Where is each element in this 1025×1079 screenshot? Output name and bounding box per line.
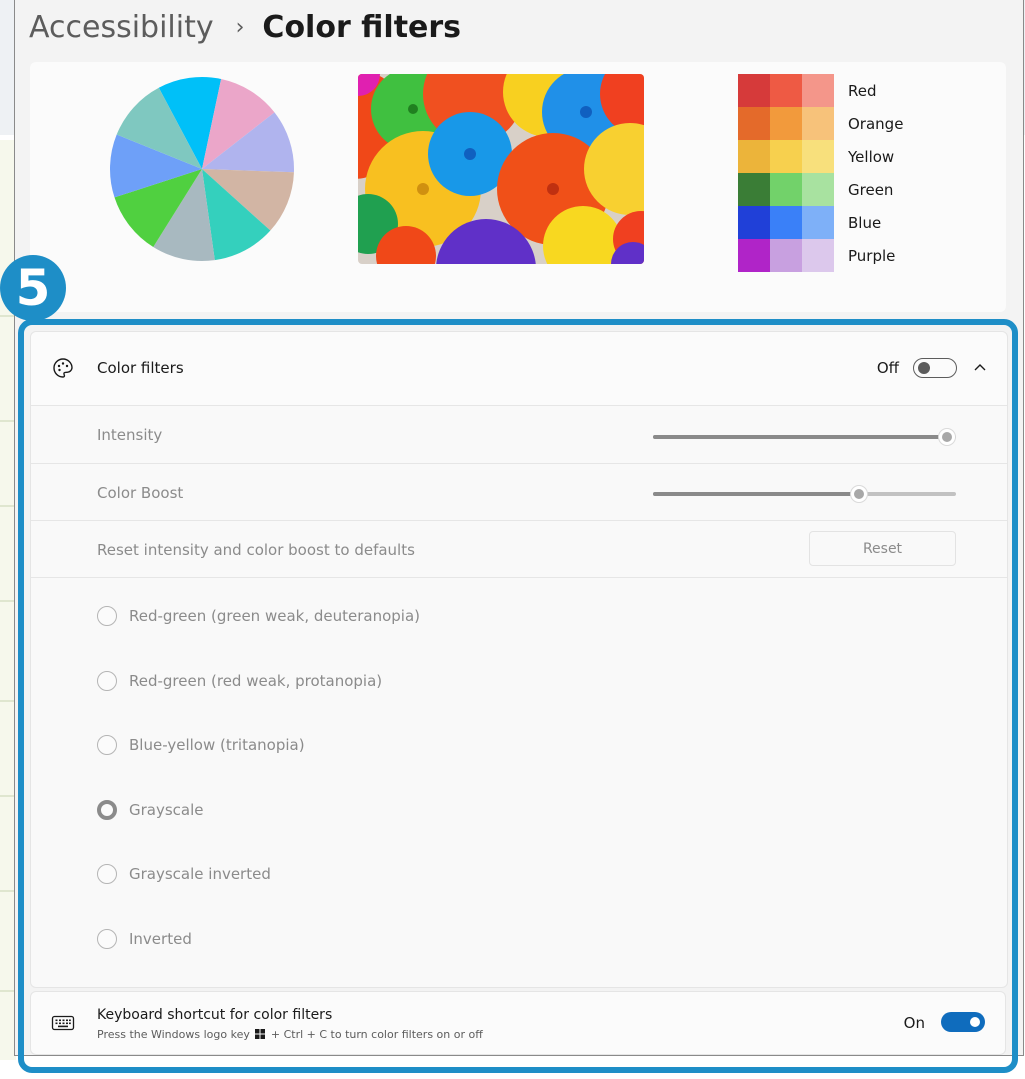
breadcrumb-parent-link[interactable]: Accessibility: [29, 10, 214, 45]
breadcrumb: Accessibility › Color filters: [29, 5, 461, 50]
color-swatch: [802, 173, 834, 206]
chevron-right-icon: ›: [235, 15, 245, 40]
color-swatch: [770, 107, 802, 140]
color-swatch: [770, 206, 802, 239]
swatch-label: Green: [848, 180, 894, 199]
swatch-label: Red: [848, 81, 877, 100]
swatch-label: Purple: [848, 246, 896, 265]
step-number-badge: 5: [0, 255, 66, 321]
swatch-row: Purple: [738, 239, 903, 272]
color-swatch: [770, 239, 802, 272]
preview-pie-chart: [109, 77, 294, 261]
color-swatch: [802, 206, 834, 239]
page-title: Color filters: [262, 10, 462, 45]
color-swatch: [770, 140, 802, 173]
color-swatch: [802, 239, 834, 272]
color-swatch: [770, 74, 802, 107]
color-filter-preview: Red Orange Yellow Green Blue Purple: [30, 62, 1006, 312]
color-swatch: [738, 206, 770, 239]
swatch-row: Blue: [738, 206, 903, 239]
color-swatch: [738, 173, 770, 206]
swatch-row: Yellow: [738, 140, 903, 173]
swatch-row: Green: [738, 173, 903, 206]
highlight-frame: [18, 319, 1018, 1073]
swatch-row: Red: [738, 74, 903, 107]
color-swatch: [738, 107, 770, 140]
color-swatch: [738, 239, 770, 272]
color-swatch: [802, 74, 834, 107]
preview-photo: [358, 74, 644, 264]
swatch-row: Orange: [738, 107, 903, 140]
color-swatch: [802, 140, 834, 173]
color-swatch-grid: Red Orange Yellow Green Blue Purple: [738, 74, 903, 272]
swatch-label: Yellow: [848, 147, 895, 166]
color-swatch: [738, 140, 770, 173]
color-swatch: [738, 74, 770, 107]
swatch-label: Blue: [848, 213, 882, 232]
color-swatch: [802, 107, 834, 140]
swatch-label: Orange: [848, 114, 904, 133]
color-swatch: [770, 173, 802, 206]
